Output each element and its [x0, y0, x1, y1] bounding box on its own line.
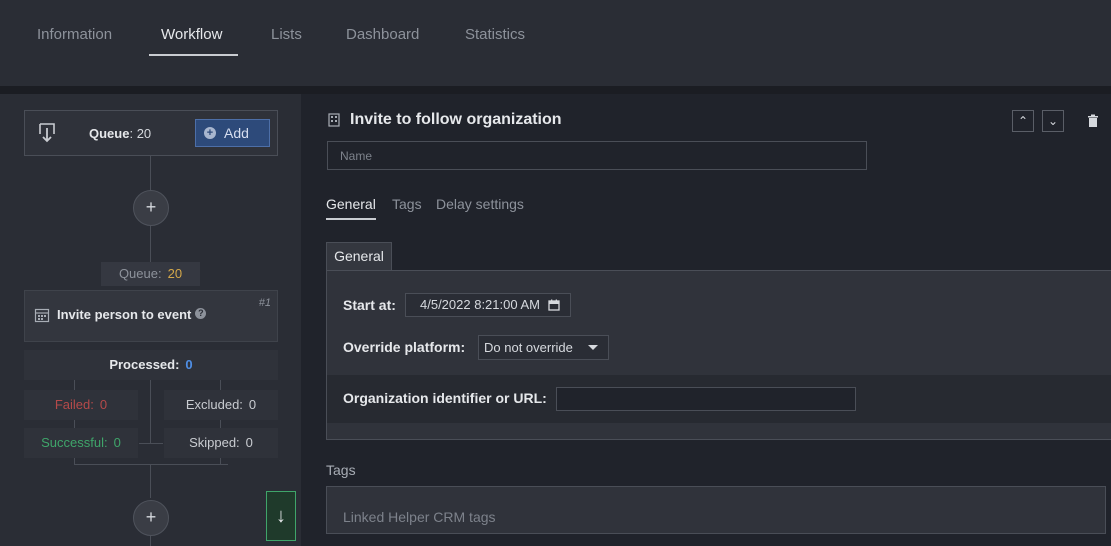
org-identifier-row: Organization identifier or URL: [327, 375, 1111, 423]
org-identifier-input[interactable] [556, 387, 856, 411]
override-platform-select[interactable]: Do not override [478, 335, 609, 360]
name-input[interactable] [327, 141, 867, 170]
org-identifier-label: Organization identifier or URL: [343, 390, 547, 406]
general-panel: Start at: 4/5/2022 8:21:00 AM Override p… [326, 270, 1111, 440]
action-card[interactable]: Invite person to event? #1 [24, 290, 278, 342]
subtab-underline [326, 218, 376, 220]
calendar-icon[interactable] [548, 299, 560, 311]
skipped-counter[interactable]: Skipped: 0 [164, 428, 278, 458]
subtab-general[interactable]: General [326, 196, 376, 212]
tags-label: Tags [326, 462, 356, 478]
subtab-delay-settings[interactable]: Delay settings [436, 196, 524, 212]
connector-line [139, 443, 163, 444]
queue-box: Queue: 20 + Add [24, 110, 278, 156]
add-step-button[interactable]: + [133, 190, 169, 226]
successful-counter[interactable]: Successful: 0 [24, 428, 138, 458]
top-nav: Information Workflow Lists Dashboard Sta… [0, 0, 1111, 86]
override-platform-label: Override platform: [343, 339, 466, 355]
caret-down-icon [588, 345, 598, 350]
action-title-heading: Invite to follow organization [350, 111, 562, 128]
connector-line [150, 536, 151, 546]
arrow-down-button[interactable]: ↓ [266, 491, 296, 541]
excluded-counter[interactable]: Excluded: 0 [164, 390, 278, 420]
calendar-icon [34, 308, 50, 323]
tags-input[interactable]: Linked Helper CRM tags [326, 486, 1106, 534]
connector-line [74, 464, 228, 465]
subtab-tags[interactable]: Tags [392, 196, 422, 212]
processed-counter: Processed: 0 [24, 350, 278, 380]
start-at-input[interactable]: 4/5/2022 8:21:00 AM [405, 293, 571, 317]
nav-divider [0, 86, 1111, 94]
workflow-pane[interactable]: Queue: 20 + Add + Queue: 20 Invite person… [0, 94, 301, 546]
tab-statistics[interactable]: Statistics [465, 26, 525, 43]
action-number: #1 [258, 297, 271, 309]
add-button[interactable]: + Add [195, 119, 270, 147]
connector-line [150, 380, 151, 444]
add-step-button-bottom[interactable]: + [133, 500, 169, 536]
trash-icon[interactable] [1087, 114, 1099, 128]
connector-line [150, 464, 151, 498]
tab-workflow[interactable]: Workflow [161, 26, 222, 43]
action-title: Invite person to event? [57, 307, 207, 322]
plus-circle-icon: + [204, 127, 216, 139]
action-queue-badge: Queue: 20 [101, 262, 200, 286]
start-at-label: Start at: [343, 297, 396, 313]
tab-dashboard[interactable]: Dashboard [346, 26, 419, 43]
download-icon [39, 123, 55, 143]
tab-information[interactable]: Information [37, 26, 112, 43]
section-tab-general[interactable]: General [326, 242, 392, 270]
active-tab-underline [149, 54, 238, 56]
tags-placeholder: Linked Helper CRM tags [343, 509, 496, 525]
connector-line [150, 226, 151, 262]
move-down-button[interactable]: ⌄ [1042, 110, 1064, 132]
queue-label: Queue: 20 [89, 126, 152, 141]
building-icon [328, 113, 340, 127]
move-up-button[interactable]: ⌃ [1012, 110, 1034, 132]
action-editor: Invite to follow organization ⌃ ⌄ Genera… [302, 94, 1111, 546]
failed-counter[interactable]: Failed: 0 [24, 390, 138, 420]
help-icon[interactable]: ? [195, 308, 207, 319]
tab-lists[interactable]: Lists [271, 26, 302, 43]
